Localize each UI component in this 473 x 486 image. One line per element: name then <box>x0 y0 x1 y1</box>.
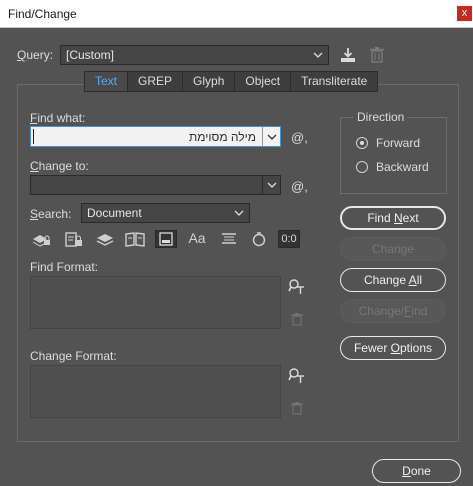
fewer-options-button[interactable]: Fewer Options <box>340 336 446 360</box>
include-locked-stories-icon[interactable] <box>63 230 85 248</box>
specify-find-format-icon[interactable] <box>288 278 306 296</box>
find-what-label: Find what: <box>30 111 86 125</box>
find-special-characters-icon[interactable]: @, <box>291 130 308 145</box>
direction-group <box>340 117 447 194</box>
backward-radio[interactable] <box>356 161 368 173</box>
find-what-field[interactable]: מילה מסוימת <box>30 126 281 147</box>
change-find-button[interactable]: Change/Find <box>340 299 446 323</box>
close-button[interactable]: x <box>457 6 472 21</box>
search-scope-dropdown[interactable]: Document <box>81 203 250 223</box>
tab-glyph[interactable]: Glyph <box>183 72 236 91</box>
delete-query-icon[interactable] <box>369 46 385 64</box>
include-footnotes-icon[interactable] <box>155 230 177 248</box>
tab-transliterate[interactable]: Transliterate <box>291 72 377 91</box>
width-sensitive-icon[interactable]: 0:0 <box>278 230 300 248</box>
text-cursor <box>33 129 34 144</box>
change-format-label: Change Format: <box>30 349 117 363</box>
save-query-icon[interactable] <box>339 46 357 64</box>
change-to-field[interactable] <box>30 175 281 195</box>
chevron-down-icon[interactable] <box>262 127 280 146</box>
change-to-label: Change to: <box>30 159 89 173</box>
find-next-button[interactable]: Find Next <box>340 206 446 230</box>
find-format-box[interactable] <box>30 276 281 329</box>
window-title: Find/Change <box>8 7 77 21</box>
chevron-down-icon <box>310 46 326 64</box>
find-what-value: מילה מסוימת <box>188 130 256 144</box>
chevron-down-icon[interactable] <box>262 176 280 194</box>
clear-change-format-icon[interactable] <box>290 401 304 415</box>
whole-word-icon[interactable] <box>218 230 240 248</box>
specify-change-format-icon[interactable] <box>288 367 306 385</box>
search-scope-value: Document <box>87 206 142 220</box>
forward-label[interactable]: Forward <box>376 136 420 150</box>
change-special-characters-icon[interactable]: @, <box>291 179 308 194</box>
backward-label[interactable]: Backward <box>376 160 429 174</box>
tab-object[interactable]: Object <box>235 72 292 91</box>
clear-find-format-icon[interactable] <box>290 312 304 326</box>
direction-title: Direction <box>354 110 408 124</box>
change-button[interactable]: Change <box>340 237 446 261</box>
case-sensitive-icon[interactable]: Aa <box>186 230 208 246</box>
change-all-button[interactable]: Change All <box>340 268 446 292</box>
change-format-box[interactable] <box>30 365 281 418</box>
include-locked-layers-icon[interactable] <box>31 230 53 248</box>
include-hidden-layers-icon[interactable] <box>94 230 116 248</box>
forward-radio[interactable] <box>356 137 368 149</box>
search-label: Search: <box>30 207 72 221</box>
tab-text[interactable]: Text <box>85 72 129 91</box>
query-label: Query: <box>17 48 54 62</box>
done-button[interactable]: Done <box>372 459 461 483</box>
tab-bar: Text GREP Glyph Object Transliterate <box>84 71 379 92</box>
query-dropdown[interactable]: [Custom] <box>60 45 329 65</box>
find-format-label: Find Format: <box>30 260 99 274</box>
query-value: [Custom] <box>66 48 115 62</box>
tab-grep[interactable]: GREP <box>128 72 184 91</box>
include-master-pages-icon[interactable] <box>124 230 146 248</box>
kana-sensitive-icon[interactable] <box>248 230 270 248</box>
chevron-down-icon <box>231 204 247 222</box>
